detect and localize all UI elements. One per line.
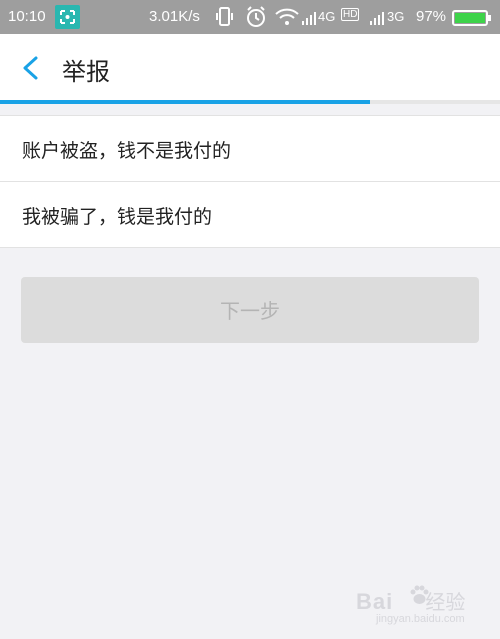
progress-fill <box>0 100 370 104</box>
signal-icon <box>302 12 316 25</box>
status-time: 10:10 <box>8 8 46 25</box>
signal-icon-2 <box>370 12 384 25</box>
network-type-4g: 4G <box>318 9 336 24</box>
next-step-button[interactable]: 下一步 <box>21 277 479 343</box>
back-button[interactable] <box>14 52 48 84</box>
wifi-icon <box>275 8 299 25</box>
status-icons <box>216 6 316 27</box>
watermark-suffix: 经验 <box>425 592 466 614</box>
network-speed: 3.01K/s <box>149 8 200 25</box>
status-bar: 10:10 3.01K/s 4G HD 3G 97% <box>0 0 500 34</box>
watermark-brand: Bai <box>356 589 394 614</box>
baidu-jingyan-watermark: Bai 经验 jingyan.baidu.com <box>356 585 466 625</box>
battery-percent: 97% <box>416 8 447 25</box>
report-reason-list: 账户被盗，钱不是我付的 我被骗了，钱是我付的 <box>0 115 500 248</box>
chevron-left-icon <box>23 56 38 80</box>
alarm-icon <box>247 6 265 27</box>
vibrate-icon <box>216 7 233 26</box>
network-type-3g: 3G <box>387 9 405 24</box>
option-scammed[interactable]: 我被骗了，钱是我付的 <box>0 181 500 247</box>
option-label: 账户被盗，钱不是我付的 <box>22 140 232 162</box>
header-bar: 举报 <box>0 34 500 100</box>
option-label: 我被骗了，钱是我付的 <box>22 206 213 228</box>
battery-icon <box>452 10 491 26</box>
report-screen: 10:10 3.01K/s 4G HD 3G 97% 举报 账户被盗，钱不是我付… <box>0 0 500 639</box>
progress-bar <box>0 100 500 104</box>
watermark-url: jingyan.baidu.com <box>376 613 465 625</box>
page-title: 举报 <box>62 59 110 86</box>
hd-badge: HD <box>341 8 360 21</box>
screen-capture-icon <box>55 5 80 29</box>
paw-icon <box>410 585 429 604</box>
option-account-stolen[interactable]: 账户被盗，钱不是我付的 <box>0 116 500 181</box>
